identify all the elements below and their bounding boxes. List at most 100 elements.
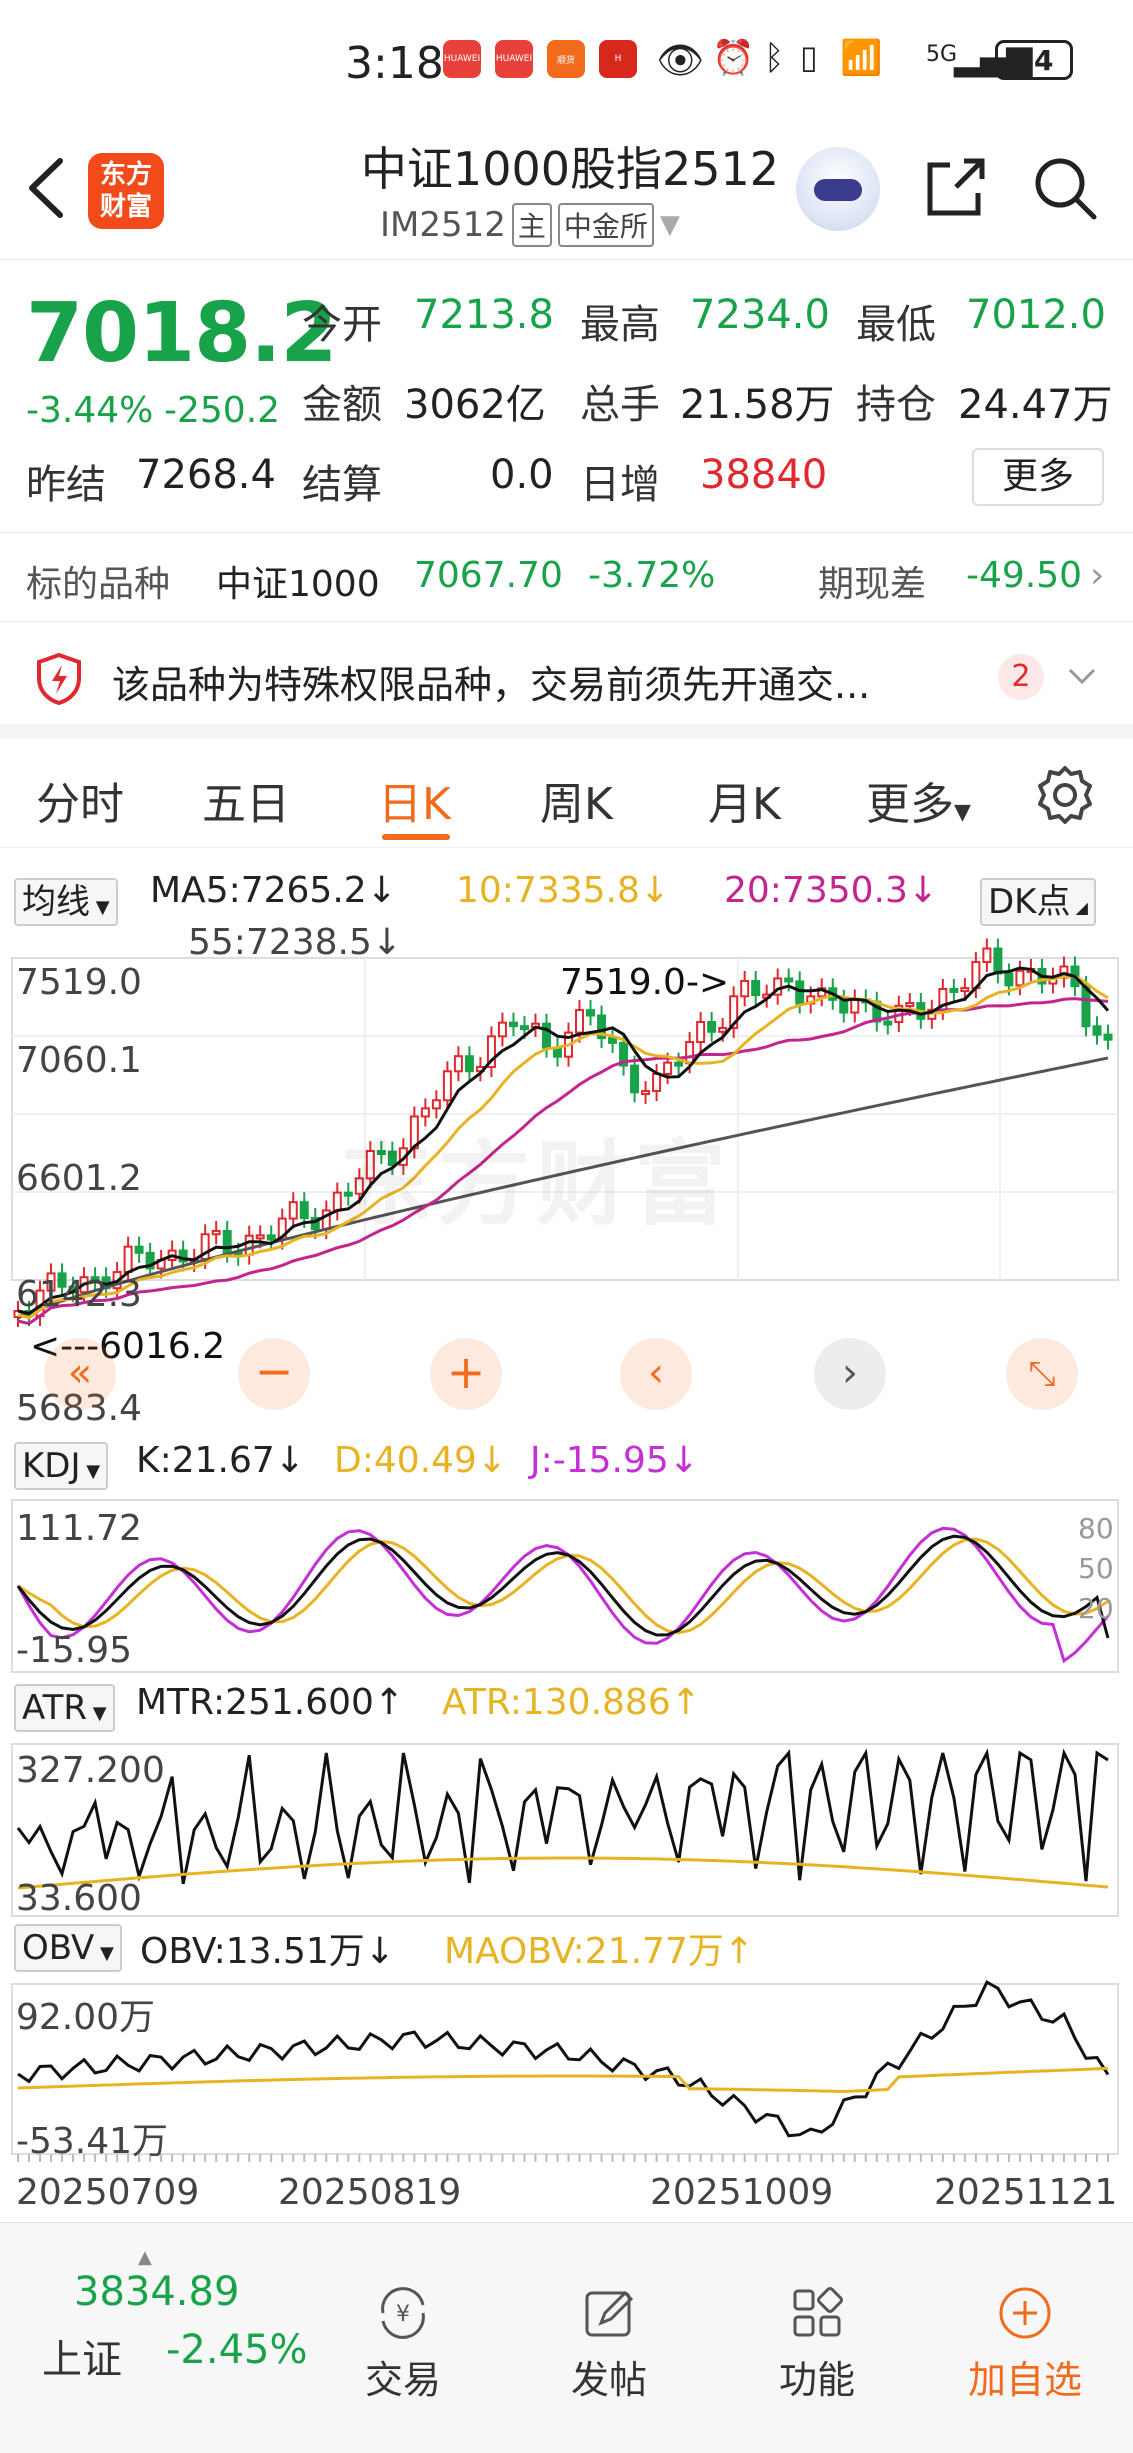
candle — [949, 987, 959, 993]
network-type: 5G — [926, 42, 958, 67]
candle — [685, 1041, 695, 1065]
active-tab-indicator — [382, 834, 450, 840]
candle — [453, 1055, 463, 1073]
obv-y-bottom: -53.41万 — [16, 2121, 169, 2162]
scroll-left-button[interactable]: ‹ — [620, 1338, 692, 1410]
candle — [751, 979, 761, 997]
tab-five-day[interactable]: 五日 — [202, 768, 290, 832]
nav-trade[interactable]: ¥ 交易 — [328, 2283, 478, 2404]
underlying-name: 中证1000 — [216, 564, 380, 605]
kdj-d-legend: D:40.49↓ — [334, 1440, 508, 1481]
nav-post[interactable]: 发帖 — [534, 2283, 684, 2404]
candle — [464, 1055, 474, 1073]
scroll-right-button[interactable]: › — [814, 1338, 886, 1410]
huawei-app-icon: HUAWEI — [443, 40, 481, 78]
indicator-selector-atr[interactable]: ATR ▼ — [14, 1684, 115, 1732]
zoom-out-button[interactable]: − — [238, 1338, 310, 1410]
period-tabs: 分时 五日 日K 周K 月K 更多▼ — [0, 738, 1133, 848]
y-label-4: 6142.3 — [16, 1274, 142, 1315]
oi-change-label: 日增 — [580, 462, 660, 508]
app-logo: 东方 财富 — [88, 153, 164, 229]
huawei-app-icon-2: HUAWEI — [495, 40, 533, 78]
permission-notice[interactable]: 该品种为特殊权限品种，交易前须先开通交... 2 — [0, 622, 1133, 738]
candle — [641, 1090, 651, 1096]
nav-add-watchlist[interactable]: 加自选 — [950, 2283, 1100, 2404]
index-value: 3834.89 — [74, 2269, 240, 2315]
candle — [982, 947, 992, 964]
candle — [1015, 969, 1025, 987]
candle — [905, 1002, 915, 1008]
open-interest-label: 持仓 — [856, 382, 936, 428]
app-header: 东方 财富 中证1000股指2512 IM2512 主 中金所 ▼ — [0, 125, 1133, 260]
candle — [960, 987, 970, 993]
nav-functions[interactable]: 功能 — [742, 2283, 892, 2404]
index-ticker[interactable]: ▲ 3834.89 上证 -2.45% — [30, 2247, 308, 2397]
prev-settle-label: 昨结 — [26, 462, 106, 508]
low-label: 最低 — [856, 302, 936, 348]
tab-weekly-k[interactable]: 周K — [540, 768, 613, 832]
zoom-in-button[interactable]: + — [430, 1338, 502, 1410]
grid-apps-icon — [793, 2287, 843, 2337]
candle — [993, 947, 1003, 975]
candle — [288, 1201, 298, 1220]
candle — [266, 1234, 276, 1241]
index-name: 上证 — [42, 2337, 122, 2383]
news-app-icon: H — [599, 40, 637, 78]
indicator-selector-obv[interactable]: OBV ▼ — [14, 1924, 122, 1972]
candle — [674, 1061, 684, 1067]
open-interest-value: 24.47万 — [958, 382, 1113, 428]
scroll-left-far-button[interactable]: « — [44, 1338, 116, 1410]
shield-icon — [37, 652, 81, 706]
edit-post-icon — [585, 2290, 634, 2337]
back-arrow-icon[interactable] — [22, 153, 72, 223]
contract-subtitle[interactable]: IM2512 主 中金所 ▼ — [380, 203, 680, 247]
tab-more[interactable]: 更多▼ — [866, 768, 971, 832]
indicator-selector-kdj[interactable]: KDJ ▼ — [14, 1442, 109, 1490]
add-circle-icon — [999, 2287, 1051, 2339]
open-label: 今开 — [302, 302, 382, 348]
settle-label: 结算 — [302, 462, 382, 508]
alarm-icon: ⏰ — [712, 38, 755, 78]
tab-monthly-k[interactable]: 月K — [708, 768, 781, 832]
battery-icon: 94 — [995, 40, 1073, 80]
basis-value: -49.50 — [966, 555, 1083, 596]
candle — [508, 1021, 518, 1028]
volume-label: 总手 — [580, 382, 660, 428]
y-label-2: 7060.1 — [16, 1040, 142, 1081]
tab-daily-k[interactable]: 日K — [378, 768, 451, 832]
shopping-app-icon: 顺货 — [547, 40, 585, 78]
fullscreen-button[interactable]: ⤡ — [1006, 1338, 1078, 1410]
share-icon[interactable] — [920, 153, 990, 223]
open-value: 7213.8 — [414, 292, 554, 338]
candle — [850, 998, 860, 1014]
candle — [663, 1061, 673, 1075]
high-label: 最高 — [580, 302, 660, 348]
candle — [883, 1020, 893, 1026]
underlying-row[interactable]: 标的品种 中证1000 7067.70 -3.72% 期现差 -49.50 › — [0, 532, 1133, 622]
chevron-down-icon[interactable] — [1064, 662, 1100, 692]
atr-mtr-legend: MTR:251.600↑ — [136, 1682, 405, 1723]
search-icon[interactable] — [1030, 153, 1100, 223]
chart-area: 均线 ▼ MA5:7265.2↓ 10:7335.8↓ 20:7350.3↓ 5… — [0, 848, 1133, 2220]
candle — [222, 1229, 232, 1254]
tab-minute[interactable]: 分时 — [36, 768, 124, 832]
assistant-robot-icon[interactable] — [796, 147, 880, 231]
candle — [575, 1009, 585, 1034]
candle — [134, 1245, 144, 1254]
svg-text:¥: ¥ — [396, 2302, 410, 2327]
candle — [586, 1009, 596, 1017]
notice-count-badge: 2 — [998, 654, 1044, 700]
bluetooth-icon: ᛒ — [764, 38, 785, 78]
gear-icon[interactable] — [1034, 764, 1096, 826]
notice-text: 该品种为特殊权限品种，交易前须先开通交... — [112, 663, 871, 707]
low-value: 7012.0 — [966, 292, 1106, 338]
kdj-level-50: 50 — [1078, 1552, 1114, 1585]
candle — [630, 1064, 640, 1094]
kdj-y-bottom: -15.95 — [16, 1630, 133, 1671]
more-button[interactable]: 更多 — [972, 448, 1104, 506]
candle — [696, 1021, 706, 1044]
status-bar: 3:18 HUAWEI HUAWEI 顺货 H 👁 ⏰ ᛒ ▯ 📶 5G ▂▄▆… — [0, 0, 1133, 125]
watermark: 东方财富 — [340, 1131, 733, 1238]
amount-value: 3062亿 — [404, 382, 546, 428]
x-date-3: 20251009 — [650, 2172, 834, 2213]
